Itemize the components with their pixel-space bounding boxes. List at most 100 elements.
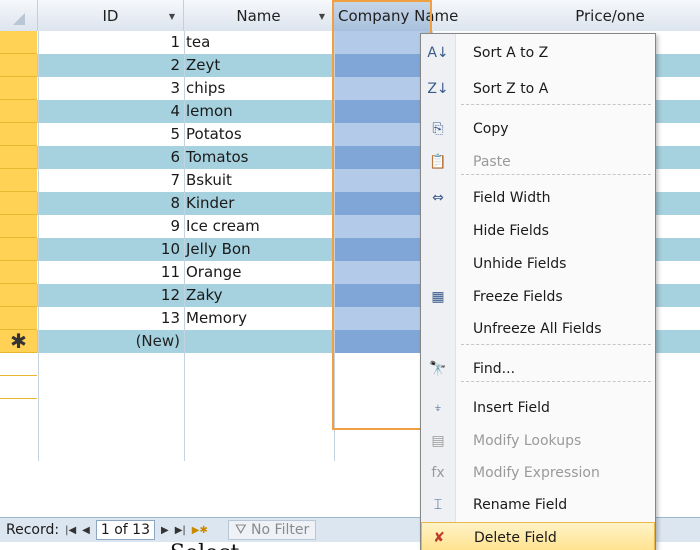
row-selector[interactable]: [0, 169, 37, 192]
row-selector[interactable]: [0, 238, 37, 261]
row-selector[interactable]: [0, 123, 37, 146]
column-header-row: ID ▼ Name ▼ Company Name Price/one: [0, 0, 700, 32]
row-selector[interactable]: [0, 376, 37, 399]
cell-id[interactable]: 7: [38, 169, 182, 192]
cell-company-name[interactable]: [334, 54, 432, 77]
cell-id[interactable]: [38, 376, 182, 399]
cell-id[interactable]: 5: [38, 123, 182, 146]
menu-item-insert-field[interactable]: ⍖ Insert Field: [421, 392, 655, 424]
cell-company-name[interactable]: [334, 215, 432, 238]
cell-id[interactable]: (New): [38, 330, 182, 353]
header-price[interactable]: Price/one: [520, 0, 700, 31]
row-selector[interactable]: [0, 31, 37, 54]
cell-id[interactable]: 11: [38, 261, 182, 284]
chevron-down-icon[interactable]: ▼: [169, 12, 175, 21]
cell-id[interactable]: 8: [38, 192, 182, 215]
cell-id[interactable]: 4: [38, 100, 182, 123]
cell-id[interactable]: 9: [38, 215, 182, 238]
menu-item-rename-field[interactable]: ⌶ Rename Field: [421, 489, 655, 521]
header-name[interactable]: Name ▼: [184, 0, 334, 31]
cell-company-name[interactable]: [334, 146, 432, 169]
cell-company-name[interactable]: [334, 261, 432, 284]
menu-item-hide-fields[interactable]: Hide Fields: [421, 215, 655, 247]
no-filter-label: No Filter: [251, 522, 310, 538]
menu-item-sort-z-to-a[interactable]: Z↓ Sort Z to A: [421, 73, 655, 105]
row-selector[interactable]: [0, 307, 37, 330]
no-filter-button[interactable]: ⛛ No Filter: [227, 520, 317, 540]
row-selector[interactable]: [0, 261, 37, 284]
cell-name[interactable]: [184, 330, 334, 353]
cell-name[interactable]: chips: [184, 77, 334, 100]
cell-company-name[interactable]: [334, 123, 432, 146]
first-record-button[interactable]: |◀: [65, 525, 76, 536]
cell-name[interactable]: Orange: [184, 261, 334, 284]
cell-company-name[interactable]: [334, 100, 432, 123]
cell-name[interactable]: Ice cream: [184, 215, 334, 238]
cell-id[interactable]: [38, 353, 182, 376]
cell-name[interactable]: Tomatos: [184, 146, 334, 169]
cell-company-name[interactable]: [334, 31, 432, 54]
cell-company-name[interactable]: [334, 353, 432, 376]
modify-lookups-icon: ▤: [431, 433, 445, 449]
header-id[interactable]: ID ▼: [38, 0, 184, 31]
cell-name[interactable]: Potatos: [184, 123, 334, 146]
chevron-down-icon[interactable]: ▼: [319, 12, 325, 21]
cell-id[interactable]: 13: [38, 307, 182, 330]
cell-company-name[interactable]: [334, 284, 432, 307]
copy-icon: ⎘: [432, 121, 444, 137]
row-selector[interactable]: [0, 54, 37, 77]
row-selector[interactable]: [0, 284, 37, 307]
record-position-field[interactable]: 1 of 13: [95, 520, 155, 540]
row-selector[interactable]: [0, 192, 37, 215]
last-record-button[interactable]: ▶|: [175, 525, 186, 536]
cell-company-name[interactable]: [334, 169, 432, 192]
new-record-marker-icon[interactable]: ✱: [0, 329, 37, 353]
next-record-button[interactable]: ▶: [161, 525, 169, 536]
menu-item-label: Delete Field: [474, 530, 557, 546]
menu-item-delete-field[interactable]: ✘ Delete Field: [421, 522, 655, 550]
row-selector[interactable]: [0, 215, 37, 238]
cell-company-name[interactable]: [334, 330, 432, 353]
cell-name[interactable]: Memory: [184, 307, 334, 330]
menu-item-unhide-fields[interactable]: Unhide Fields: [421, 248, 655, 280]
menu-item-sort-a-to-z[interactable]: A↓ Sort A to Z: [421, 37, 655, 69]
cell-name[interactable]: Zaky: [184, 284, 334, 307]
row-selector[interactable]: [0, 146, 37, 169]
previous-record-button[interactable]: ◀: [82, 525, 90, 536]
header-company-name[interactable]: Company Name: [334, 0, 458, 31]
menu-separator: [461, 104, 651, 105]
cell-id[interactable]: 3: [38, 77, 182, 100]
cell-id[interactable]: 10: [38, 238, 182, 261]
cell-name[interactable]: Zeyt: [184, 54, 334, 77]
sort-za-icon: Z↓: [427, 81, 449, 97]
menu-item-modify-expression[interactable]: fx Modify Expression: [421, 457, 655, 489]
menu-item-modify-lookups[interactable]: ▤ Modify Lookups: [421, 425, 655, 457]
cell-id[interactable]: 12: [38, 284, 182, 307]
row-selector[interactable]: [0, 100, 37, 123]
row-selector[interactable]: [0, 77, 37, 100]
menu-item-unfreeze-all-fields[interactable]: Unfreeze All Fields: [421, 313, 655, 345]
cell-company-name[interactable]: [334, 307, 432, 330]
cell-company-name[interactable]: [334, 238, 432, 261]
cell-name[interactable]: tea: [184, 31, 334, 54]
cell-company-name[interactable]: [334, 77, 432, 100]
cell-name[interactable]: Bskuit: [184, 169, 334, 192]
menu-item-copy[interactable]: ⎘ Copy: [421, 113, 655, 145]
row-selector[interactable]: [0, 353, 37, 376]
cell-name[interactable]: [184, 353, 334, 376]
cell-name[interactable]: Kinder: [184, 192, 334, 215]
menu-item-freeze-fields[interactable]: ▦ Freeze Fields: [421, 281, 655, 313]
cell-name[interactable]: Jelly Bon: [184, 238, 334, 261]
new-record-button[interactable]: ▶✱: [192, 525, 208, 536]
field-width-icon: ⇔: [432, 190, 444, 206]
cell-name[interactable]: [184, 376, 334, 399]
select-all-corner[interactable]: [0, 0, 38, 31]
cell-id[interactable]: 2: [38, 54, 182, 77]
cell-company-name[interactable]: [334, 376, 432, 399]
menu-item-label: Modify Lookups: [473, 433, 582, 449]
cell-company-name[interactable]: [334, 192, 432, 215]
cell-id[interactable]: 1: [38, 31, 182, 54]
cell-id[interactable]: 6: [38, 146, 182, 169]
cell-name[interactable]: lemon: [184, 100, 334, 123]
menu-item-field-width[interactable]: ⇔ Field Width: [421, 182, 655, 214]
